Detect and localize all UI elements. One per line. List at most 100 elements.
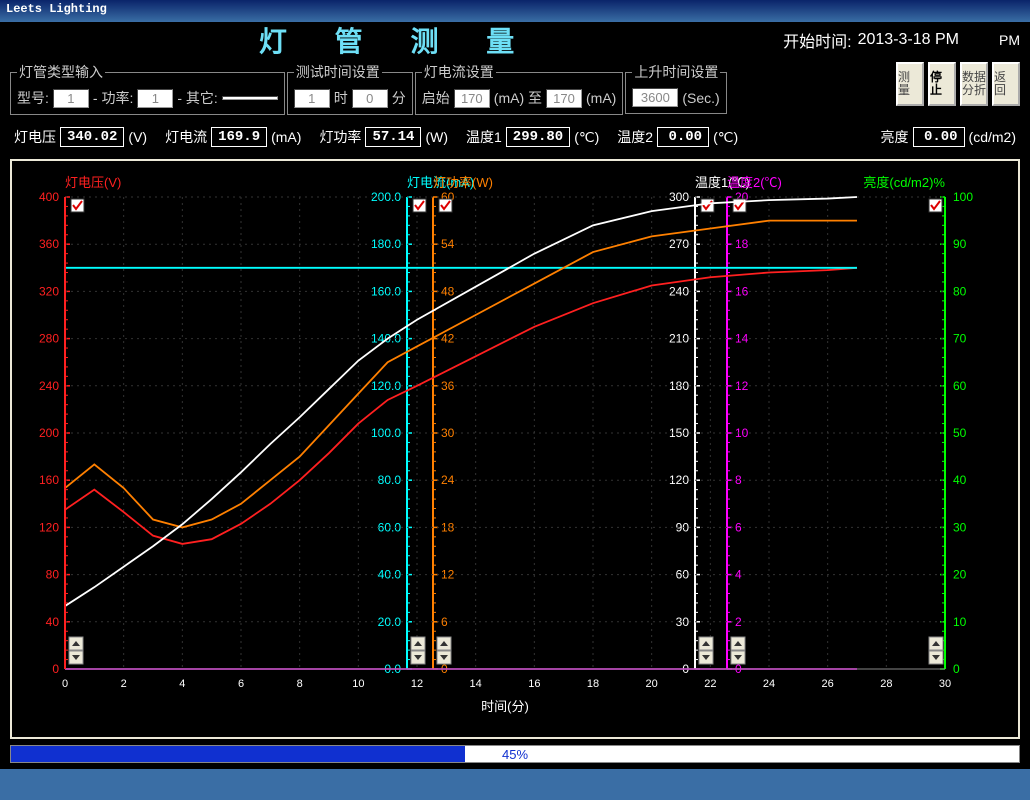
current-value: 169.9 <box>211 127 267 147</box>
rise-time-legend: 上升时间设置 <box>632 62 720 82</box>
tube-type-group: 灯管类型输入 型号: 1 - 功率: 1 - 其它: <box>10 62 285 115</box>
analyze-button[interactable]: 数据 分折 <box>960 62 988 106</box>
window-titlebar: Leets Lighting <box>0 0 1030 22</box>
progress-text: 45% <box>11 746 1019 764</box>
svg-text:50: 50 <box>953 426 967 440</box>
rise-time-input[interactable]: 3600 <box>632 88 678 107</box>
rise-time-unit: (Sec.) <box>682 90 719 106</box>
start-time-value: 2013-3-18 PM <box>858 31 959 49</box>
progress-container: 45% <box>0 741 1030 769</box>
svg-text:20: 20 <box>646 678 658 690</box>
settings-row: 灯管类型输入 型号: 1 - 功率: 1 - 其它: 测试时间设置 1 时 0 … <box>0 58 1030 121</box>
svg-text:亮度(cd/m2)%: 亮度(cd/m2)% <box>863 175 945 190</box>
model-input[interactable]: 1 <box>53 89 89 108</box>
other-input[interactable] <box>222 96 278 100</box>
series-温度1 <box>65 197 857 606</box>
chart-container: 024681012141618202224262830时间(分)灯电压(V)04… <box>0 155 1030 741</box>
svg-text:4: 4 <box>179 678 185 690</box>
svg-text:12: 12 <box>411 678 423 690</box>
svg-text:30: 30 <box>953 520 967 534</box>
series-灯电压 <box>65 268 857 544</box>
rise-time-group: 上升时间设置 3600 (Sec.) <box>625 62 727 114</box>
svg-text:24: 24 <box>763 678 775 690</box>
svg-text:20: 20 <box>953 568 967 582</box>
svg-text:14: 14 <box>470 678 482 690</box>
readout-label: 灯功率 <box>319 127 361 147</box>
current-group: 灯电流设置 启始 170 (mA) 至 170 (mA) <box>415 62 624 115</box>
readout-row: 灯电压340.02(V) 灯电流169.9(mA) 灯功率57.14(W) 温度… <box>0 121 1030 155</box>
svg-text:100: 100 <box>953 190 973 204</box>
chart-svg: 024681012141618202224262830时间(分)灯电压(V)04… <box>12 161 1018 737</box>
readout-label: 温度1 <box>466 127 502 147</box>
brightness-value: 0.00 <box>913 127 965 147</box>
temp1-value: 299.80 <box>506 127 570 147</box>
svg-text:90: 90 <box>953 237 967 251</box>
test-time-legend: 测试时间设置 <box>294 62 382 82</box>
svg-text:40: 40 <box>953 473 967 487</box>
current-start-label: 启始 <box>422 88 450 108</box>
readout-unit: (W) <box>425 129 448 145</box>
readout-label: 亮度 <box>881 127 909 147</box>
current-legend: 灯电流设置 <box>422 62 496 82</box>
hours-input[interactable]: 1 <box>294 89 330 108</box>
svg-text:10: 10 <box>352 678 364 690</box>
progress-bar: 45% <box>10 745 1020 763</box>
svg-text:0: 0 <box>52 662 59 676</box>
back-button[interactable]: 返 回 <box>992 62 1020 106</box>
svg-text:30: 30 <box>939 678 951 690</box>
readout-unit: (℃) <box>574 129 599 146</box>
svg-text:120: 120 <box>39 520 59 534</box>
other-label: - 其它: <box>177 88 217 108</box>
svg-text:6: 6 <box>238 678 244 690</box>
measure-button[interactable]: 测 量 <box>896 62 924 106</box>
svg-text:40: 40 <box>46 615 60 629</box>
svg-text:280: 280 <box>39 332 59 346</box>
svg-text:18: 18 <box>587 678 599 690</box>
svg-text:400: 400 <box>39 190 59 204</box>
model-label: 型号: <box>17 88 49 108</box>
power-label: - 功率: <box>93 88 133 108</box>
readout-unit: (mA) <box>271 129 301 145</box>
power-input[interactable]: 1 <box>137 89 173 108</box>
svg-text:320: 320 <box>39 284 59 298</box>
svg-text:8: 8 <box>297 678 303 690</box>
readout-label: 灯电压 <box>14 127 56 147</box>
svg-text:0: 0 <box>62 678 68 690</box>
svg-text:灯电压(V): 灯电压(V) <box>65 175 121 190</box>
svg-text:28: 28 <box>880 678 892 690</box>
current-unit: (mA) 至 <box>494 88 542 108</box>
svg-text:灯功率(W): 灯功率(W) <box>433 175 493 190</box>
current-unit2: (mA) <box>586 90 616 106</box>
readout-unit: (℃) <box>713 129 738 146</box>
svg-text:10: 10 <box>953 615 967 629</box>
minutes-input[interactable]: 0 <box>352 89 388 108</box>
hours-label: 时 <box>334 88 348 108</box>
svg-text:26: 26 <box>822 678 834 690</box>
svg-text:240: 240 <box>39 379 59 393</box>
svg-text:2: 2 <box>121 678 127 690</box>
svg-text:60: 60 <box>953 379 967 393</box>
svg-text:160: 160 <box>39 473 59 487</box>
temp2-value: 0.00 <box>657 127 709 147</box>
svg-text:16: 16 <box>528 678 540 690</box>
svg-text:0: 0 <box>953 662 960 676</box>
svg-text:70: 70 <box>953 332 967 346</box>
readout-label: 温度2 <box>617 127 653 147</box>
readout-label: 灯电流 <box>165 127 207 147</box>
current-end-input[interactable]: 170 <box>546 89 582 108</box>
app-title: 灯 管 测 量 <box>10 20 783 60</box>
svg-text:200: 200 <box>39 426 59 440</box>
banner: 灯 管 测 量 开始时间: 2013-3-18 PM PM <box>0 22 1030 58</box>
svg-text:22: 22 <box>704 678 716 690</box>
test-time-group: 测试时间设置 1 时 0 分 <box>287 62 413 115</box>
svg-text:360: 360 <box>39 237 59 251</box>
tube-type-legend: 灯管类型输入 <box>17 62 105 82</box>
wattage-value: 57.14 <box>365 127 421 147</box>
svg-text:80: 80 <box>953 284 967 298</box>
current-start-input[interactable]: 170 <box>454 89 490 108</box>
svg-text:温度2(℃): 温度2(℃) <box>727 175 782 190</box>
stop-button[interactable]: 停 止 <box>928 62 956 106</box>
readout-unit: (cd/m2) <box>969 129 1016 145</box>
minutes-label: 分 <box>392 88 406 108</box>
chart-box: 024681012141618202224262830时间(分)灯电压(V)04… <box>10 159 1020 739</box>
